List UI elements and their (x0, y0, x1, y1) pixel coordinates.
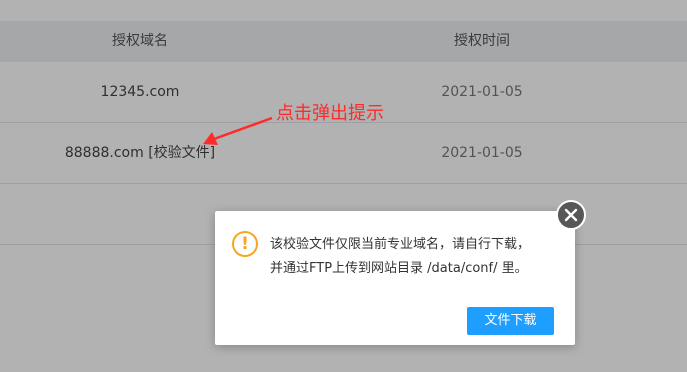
file-download-button[interactable]: 文件下载 (467, 307, 554, 335)
dialog-message-line1: 该校验文件仅限当前专业域名，请自行下载， (270, 237, 531, 252)
annotation-text: 点击弹出提示 (276, 103, 384, 124)
warning-icon: ! (232, 231, 258, 257)
dialog-message-line2: 并通过FTP上传到网站目录 /data/conf/ 里。 (270, 261, 528, 276)
close-icon[interactable] (556, 200, 586, 230)
dialog-message: 该校验文件仅限当前专业域名，请自行下载， 并通过FTP上传到网站目录 /data… (270, 233, 565, 281)
download-dialog: ! 该校验文件仅限当前专业域名，请自行下载， 并通过FTP上传到网站目录 /da… (215, 211, 575, 345)
